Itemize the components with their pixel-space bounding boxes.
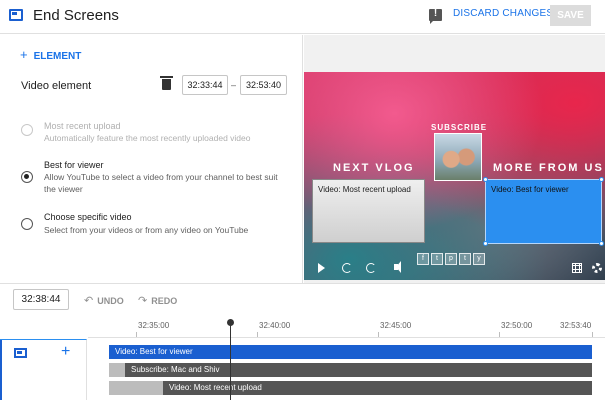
- current-time-field[interactable]: 32:38:44: [13, 289, 69, 310]
- tick-label: 32:40:00: [259, 321, 291, 330]
- undo-label: UNDO: [97, 296, 124, 306]
- add-track-icon[interactable]: +: [61, 343, 70, 361]
- timeline-track-subscribe[interactable]: Subscribe: Mac and Shiv: [125, 363, 592, 377]
- element-type-label: Video element: [21, 80, 92, 92]
- tick-label: 32:45:00: [380, 321, 412, 330]
- end-screen-card-most-recent[interactable]: Video: Most recent upload: [312, 179, 425, 243]
- time-separator: –: [231, 80, 237, 90]
- option-desc-specific-video: Select from your videos or from any vide…: [44, 225, 249, 235]
- resize-handle[interactable]: [599, 177, 604, 182]
- resize-handle[interactable]: [483, 177, 488, 182]
- end-screen-icon: [9, 9, 23, 21]
- undo-icon: ↶: [84, 295, 94, 307]
- start-time-field[interactable]: 32:33:44: [182, 75, 228, 95]
- discard-changes-button[interactable]: DISCARD CHANGES: [453, 8, 553, 19]
- playhead[interactable]: [230, 324, 231, 400]
- undo-button[interactable]: ↶ UNDO: [84, 294, 124, 307]
- card-label: Video: Most recent upload: [318, 185, 411, 194]
- next-vlog-label: NEXT VLOG: [333, 162, 415, 174]
- trash-icon[interactable]: [160, 76, 173, 90]
- header: End Screens DISCARD CHANGES SAVE: [0, 0, 605, 34]
- timeline-area: 32:38:44 ↶ UNDO ↷ REDO 32:35:00 32:40:00 3…: [0, 283, 605, 400]
- play-icon[interactable]: [318, 263, 325, 273]
- element-panel: + ELEMENT Video element 32:33:44 – 32:53:…: [0, 35, 303, 283]
- tick: [136, 332, 137, 337]
- end-screens-editor: End Screens DISCARD CHANGES SAVE + ELEMEN…: [0, 0, 605, 400]
- timeline-track-best-for-viewer[interactable]: Video: Best for viewer: [109, 345, 592, 359]
- player-controls: [304, 260, 605, 280]
- card-label: Video: Best for viewer: [491, 185, 569, 194]
- option-desc-best-for-viewer: Allow YouTube to select a video from you…: [44, 172, 278, 194]
- radio-most-recent[interactable]: [21, 124, 33, 136]
- tick: [378, 332, 379, 337]
- add-element-button[interactable]: + ELEMENT: [20, 47, 81, 62]
- volume-icon[interactable]: [394, 261, 401, 273]
- rewind-icon[interactable]: [342, 263, 352, 273]
- tick-label: 32:35:00: [138, 321, 170, 330]
- end-screen-card-best-for-viewer[interactable]: Video: Best for viewer: [483, 177, 604, 246]
- timeline-track-most-recent[interactable]: Video: Most recent upload: [163, 381, 592, 395]
- track-offset: [109, 363, 125, 377]
- option-title-most-recent: Most recent upload: [44, 121, 121, 131]
- timeline-track-header: +: [0, 339, 87, 400]
- tick-label: 32:50:00: [501, 321, 533, 330]
- redo-icon: ↷: [138, 295, 148, 307]
- subscribe-avatar[interactable]: [434, 133, 482, 181]
- save-button[interactable]: SAVE: [550, 5, 591, 26]
- resize-handle[interactable]: [599, 241, 604, 246]
- option-title-best-for-viewer: Best for viewer: [44, 160, 104, 170]
- video-preview-panel: SUBSCRIBE NEXT VLOG MORE FROM US Video: …: [304, 35, 605, 283]
- feedback-icon[interactable]: [429, 8, 442, 24]
- redo-button[interactable]: ↷ REDO: [138, 294, 177, 307]
- tick: [592, 332, 593, 337]
- subscribe-label: SUBSCRIBE: [431, 123, 488, 132]
- option-desc-most-recent: Automatically feature the most recently …: [44, 133, 251, 143]
- video-preview: SUBSCRIBE NEXT VLOG MORE FROM US Video: …: [304, 72, 605, 280]
- radio-best-for-viewer[interactable]: [21, 171, 33, 183]
- more-from-us-label: MORE FROM US: [493, 162, 604, 174]
- plus-icon: +: [20, 47, 28, 62]
- tick-label: 32:53:40: [560, 321, 592, 330]
- tick: [499, 332, 500, 337]
- page-title: End Screens: [33, 7, 119, 24]
- forward-icon[interactable]: [366, 263, 376, 273]
- add-element-label: ELEMENT: [33, 51, 82, 62]
- option-title-specific-video: Choose specific video: [44, 212, 132, 222]
- timeline-ruler[interactable]: 32:35:00 32:40:00 32:45:00 32:50:00 32:5…: [88, 314, 605, 338]
- grid-icon[interactable]: [572, 263, 582, 273]
- playhead-handle[interactable]: [227, 319, 234, 326]
- end-time-field[interactable]: 32:53:40: [240, 75, 287, 95]
- track-offset: [109, 381, 163, 395]
- redo-label: REDO: [151, 296, 178, 306]
- video-track-icon: [14, 348, 27, 358]
- resize-handle[interactable]: [483, 241, 488, 246]
- tick: [257, 332, 258, 337]
- gear-icon[interactable]: [592, 263, 602, 273]
- radio-specific-video[interactable]: [21, 218, 33, 230]
